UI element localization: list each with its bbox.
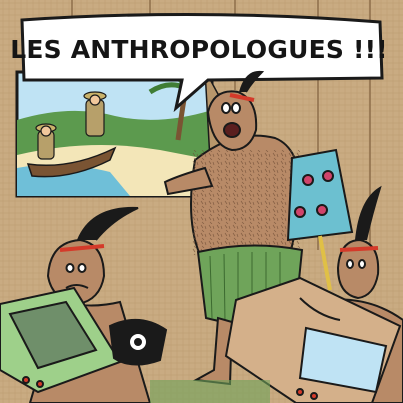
- comic-panel: LES ANTHROPOLOGUES !!!: [0, 0, 403, 403]
- floor: [150, 380, 270, 403]
- speech-bubble-text: LES ANTHROPOLOGUES !!!: [10, 34, 388, 64]
